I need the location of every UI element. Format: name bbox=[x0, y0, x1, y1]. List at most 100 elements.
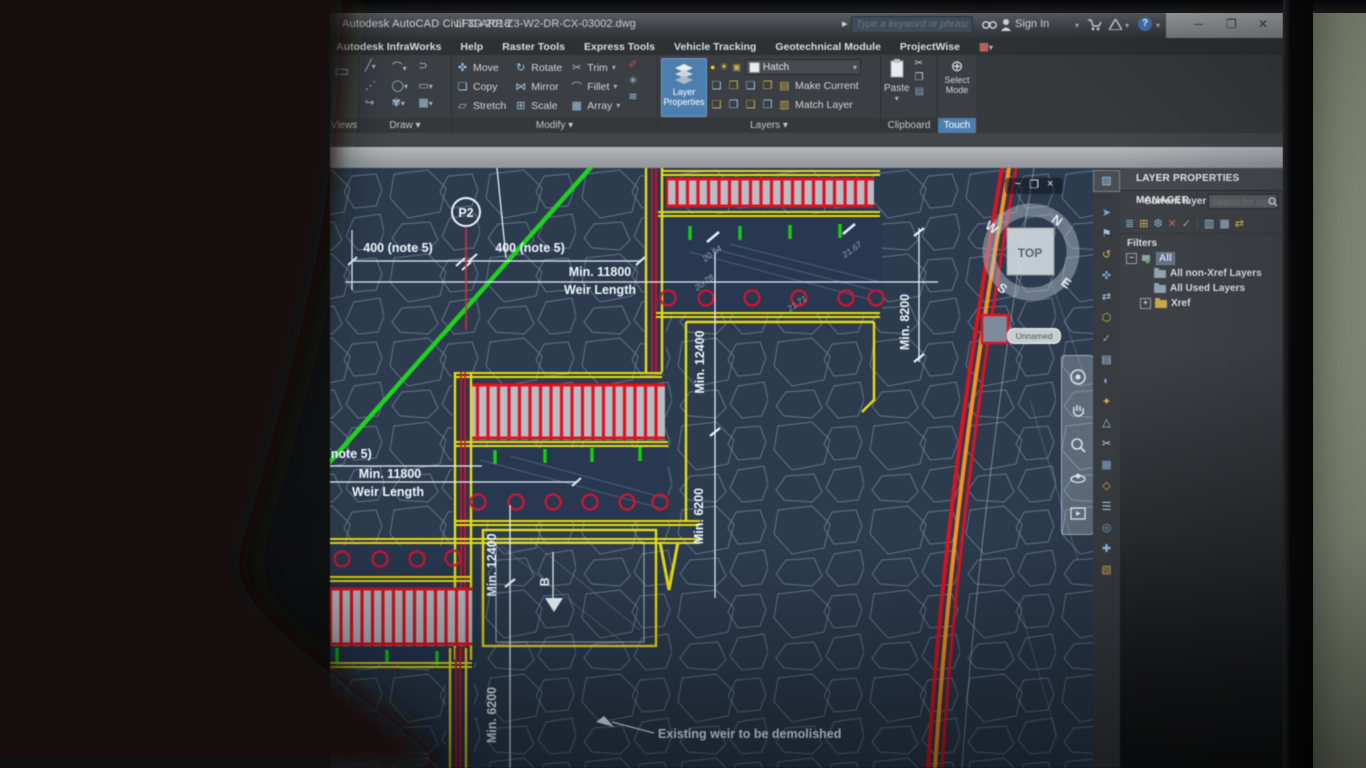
select-mode-crosshair-icon[interactable]: ⊕ bbox=[938, 57, 976, 75]
tab-vehicle-tracking[interactable]: Vehicle Tracking bbox=[674, 41, 756, 53]
layer-transfer-icon[interactable]: ⇄ bbox=[1235, 217, 1244, 230]
fillet-button[interactable]: ⌒Fillet ▾ bbox=[570, 77, 620, 96]
viewport-close-button[interactable]: × bbox=[1047, 178, 1053, 194]
tab-extra-icon[interactable]: ▦▾ bbox=[979, 41, 993, 53]
help-caret-icon[interactable]: ▾ bbox=[1156, 21, 1160, 30]
tool-icon[interactable]: ▧ bbox=[1101, 565, 1111, 576]
palette-autohide-icon[interactable]: ▨ bbox=[1093, 170, 1120, 192]
tool-icon[interactable]: ◇ bbox=[1102, 481, 1110, 492]
region-tool-icon[interactable]: ▦▾ bbox=[418, 96, 445, 109]
layer-merge-icon[interactable]: ▥ bbox=[1204, 217, 1214, 230]
tool-icon[interactable]: ✜ bbox=[1102, 271, 1111, 282]
select-mode-button[interactable]: Select Mode bbox=[938, 75, 976, 95]
panel-layers-label[interactable]: Layers ▾ bbox=[658, 118, 880, 133]
restore-button[interactable]: ❐ bbox=[1226, 17, 1237, 31]
viewport-minimize-button[interactable]: − bbox=[1015, 178, 1021, 194]
layer-select-combo[interactable]: Hatch ▾ bbox=[745, 59, 861, 75]
tab-projectwise[interactable]: ProjectWise bbox=[900, 41, 960, 53]
search-caret-icon[interactable]: ▸ bbox=[842, 17, 848, 30]
tool-icon[interactable]: △ bbox=[1102, 418, 1110, 429]
tool-icon[interactable]: ➤ bbox=[1102, 208, 1111, 219]
panel-touch-label[interactable]: Touch bbox=[938, 118, 976, 133]
layer-on-bulb-icon[interactable]: ● bbox=[710, 62, 715, 72]
tool-icon[interactable]: ⇄ bbox=[1102, 292, 1111, 303]
erase-button[interactable]: ✐ bbox=[628, 58, 637, 71]
layer-thaw-sun-icon[interactable]: ☀ bbox=[719, 62, 728, 73]
array-button[interactable]: ▦Array ▾ bbox=[570, 96, 620, 115]
move-button[interactable]: ✜Move bbox=[456, 58, 506, 77]
new-layer-icon[interactable]: ⊞ bbox=[1139, 217, 1148, 230]
tool-icon[interactable]: ✚ bbox=[1102, 544, 1111, 555]
tab-infraworks[interactable]: Autodesk InfraWorks bbox=[336, 41, 441, 53]
tool-icon[interactable]: ✓ bbox=[1102, 334, 1111, 345]
tree-item-all[interactable]: − All bbox=[1120, 251, 1283, 266]
exchange-apps-icon[interactable] bbox=[1109, 19, 1122, 30]
showmotion-icon[interactable] bbox=[1069, 504, 1087, 522]
navigation-wheel-icon[interactable] bbox=[1069, 368, 1087, 386]
search-binoculars-icon[interactable] bbox=[982, 19, 997, 30]
tool-icon[interactable]: ◐ bbox=[1103, 376, 1110, 387]
minimize-button[interactable]: ─ bbox=[1194, 17, 1203, 31]
match-layer-button[interactable]: ❏❐❏❐ ▥Match Layer bbox=[710, 95, 880, 114]
panel-modify-label[interactable]: Modify ▾ bbox=[452, 118, 657, 133]
tool-icon[interactable]: ☰ bbox=[1102, 502, 1112, 513]
viewport-restore-button[interactable]: ❐ bbox=[1029, 178, 1039, 194]
mirror-button[interactable]: ⋈Mirror bbox=[514, 77, 562, 96]
stretch-button[interactable]: ▱Stretch bbox=[456, 96, 506, 115]
tool-icon[interactable]: ✂ bbox=[1102, 439, 1111, 450]
layer-properties-button[interactable]: Layer Properties bbox=[661, 58, 707, 117]
tool-icon[interactable]: ⚑ bbox=[1102, 229, 1112, 240]
layer-states-icon[interactable]: ≣ bbox=[1125, 217, 1134, 230]
ellipse-tool-icon[interactable]: ✾▾ bbox=[392, 96, 419, 109]
tab-geotechnical[interactable]: Geotechnical Module bbox=[775, 41, 881, 53]
viewcube-top-face[interactable]: TOP bbox=[1018, 246, 1042, 260]
tool-icon[interactable]: ◎ bbox=[1102, 523, 1112, 534]
drawing-canvas[interactable]: P2 400 (note 5) 400 (note 5) Min. 11800 … bbox=[330, 168, 1093, 768]
tab-raster-tools[interactable]: Raster Tools bbox=[502, 41, 565, 53]
tab-help[interactable]: Help bbox=[460, 41, 483, 53]
scale-button[interactable]: ⊞Scale bbox=[514, 96, 562, 115]
layer-lock-icon[interactable]: ▣ bbox=[732, 62, 741, 73]
make-current-button[interactable]: ❏❐❏❐ ▤Make Current bbox=[710, 76, 880, 95]
tree-item-used[interactable]: All Used Layers bbox=[1120, 281, 1283, 296]
line-tool-icon[interactable]: ╱▾ bbox=[365, 59, 392, 75]
hatch-tool-icon[interactable]: ⋰ bbox=[365, 79, 392, 92]
tool-icon[interactable]: ↺ bbox=[1102, 250, 1111, 261]
keyword-search-input[interactable] bbox=[851, 16, 973, 33]
paste-button[interactable]: Paste ▾ bbox=[884, 58, 910, 103]
new-frozen-layer-icon[interactable]: ❆ bbox=[1153, 217, 1162, 230]
layer-group-icon[interactable]: ▦ bbox=[1219, 217, 1229, 230]
rotate-button[interactable]: ↻Rotate bbox=[514, 58, 562, 77]
tree-item-non-xref[interactable]: All non-Xref Layers bbox=[1120, 266, 1283, 281]
arc-tool-icon[interactable]: ⌒▾ bbox=[392, 59, 419, 75]
circle-tool-icon[interactable]: ◯▾ bbox=[392, 79, 419, 92]
panel-draw-label[interactable]: Draw ▾ bbox=[359, 118, 451, 133]
copy-button[interactable]: ❏Copy bbox=[456, 77, 506, 96]
pan-hand-icon[interactable] bbox=[1069, 402, 1087, 420]
delete-layer-icon[interactable]: ✕ bbox=[1168, 217, 1177, 230]
set-current-icon[interactable]: ✓ bbox=[1182, 217, 1191, 230]
apps-caret-icon[interactable]: ▾ bbox=[1125, 21, 1129, 30]
trim-button[interactable]: ✂Trim ▾ bbox=[570, 58, 620, 77]
orbit-icon[interactable] bbox=[1069, 470, 1087, 488]
panel-views-label[interactable]: Views bbox=[330, 118, 358, 133]
explode-button[interactable]: ✳ bbox=[628, 74, 637, 87]
app-store-cart-icon[interactable] bbox=[1087, 19, 1102, 31]
pline-tool-icon[interactable]: ⊃ bbox=[418, 59, 445, 75]
panel-clipboard-label[interactable]: Clipboard bbox=[881, 118, 937, 133]
tool-icon[interactable]: ▦ bbox=[1101, 460, 1111, 471]
offset-button[interactable]: ≋ bbox=[628, 90, 637, 103]
zoom-extents-icon[interactable] bbox=[1069, 436, 1087, 454]
cut-scissors-icon[interactable]: ✂ bbox=[915, 58, 924, 69]
tool-icon[interactable]: ✦ bbox=[1102, 397, 1111, 408]
tree-item-xref[interactable]: + Xref bbox=[1120, 296, 1283, 311]
expand-icon[interactable]: + bbox=[1140, 298, 1151, 309]
sign-in-button[interactable]: Sign In bbox=[1015, 18, 1049, 30]
save-block-icon[interactable]: ▤ bbox=[915, 86, 924, 97]
close-button[interactable]: ✕ bbox=[1258, 17, 1268, 31]
rect-tool-icon[interactable]: ▭▾ bbox=[418, 79, 445, 92]
tool-icon[interactable]: ⬡ bbox=[1102, 313, 1112, 324]
collapse-icon[interactable]: − bbox=[1126, 253, 1137, 264]
help-icon[interactable]: ? bbox=[1138, 17, 1152, 31]
tab-express-tools[interactable]: Express Tools bbox=[584, 41, 655, 53]
